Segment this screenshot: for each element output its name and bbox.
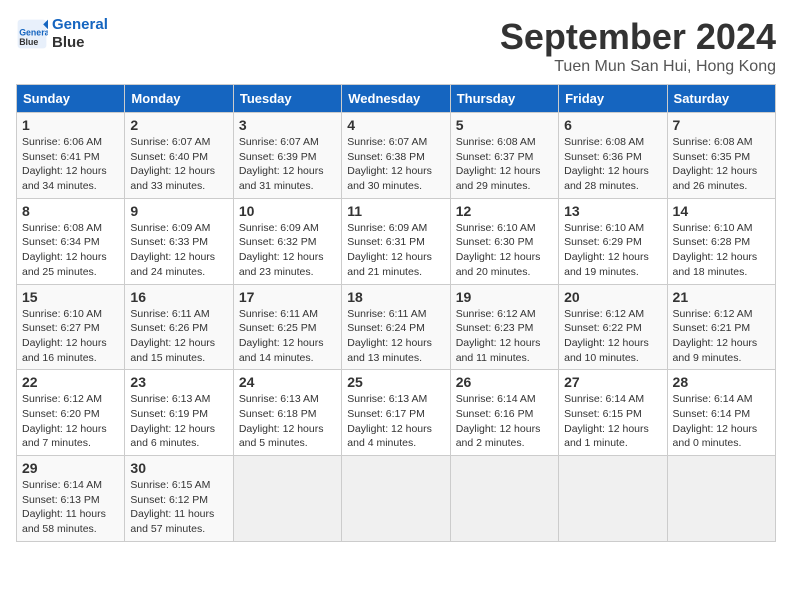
table-row: 16Sunrise: 6:11 AMSunset: 6:26 PMDayligh… xyxy=(125,284,233,370)
calendar-week-row: 22Sunrise: 6:12 AMSunset: 6:20 PMDayligh… xyxy=(17,370,776,456)
calendar-header-row: Sunday Monday Tuesday Wednesday Thursday… xyxy=(17,85,776,113)
svg-text:Blue: Blue xyxy=(19,37,38,47)
col-tuesday: Tuesday xyxy=(233,85,341,113)
table-row: 18Sunrise: 6:11 AMSunset: 6:24 PMDayligh… xyxy=(342,284,450,370)
location-subtitle: Tuen Mun San Hui, Hong Kong xyxy=(500,58,776,76)
table-row: 20Sunrise: 6:12 AMSunset: 6:22 PMDayligh… xyxy=(559,284,667,370)
col-friday: Friday xyxy=(559,85,667,113)
calendar-week-row: 1Sunrise: 6:06 AMSunset: 6:41 PMDaylight… xyxy=(17,113,776,199)
logo-icon: General Blue xyxy=(16,18,48,50)
table-row: 24Sunrise: 6:13 AMSunset: 6:18 PMDayligh… xyxy=(233,370,341,456)
table-row: 13Sunrise: 6:10 AMSunset: 6:29 PMDayligh… xyxy=(559,198,667,284)
table-row: 12Sunrise: 6:10 AMSunset: 6:30 PMDayligh… xyxy=(450,198,558,284)
table-row: 25Sunrise: 6:13 AMSunset: 6:17 PMDayligh… xyxy=(342,370,450,456)
month-title: September 2024 xyxy=(500,16,776,58)
table-row: 28Sunrise: 6:14 AMSunset: 6:14 PMDayligh… xyxy=(667,370,775,456)
table-row xyxy=(342,456,450,542)
col-monday: Monday xyxy=(125,85,233,113)
table-row: 14Sunrise: 6:10 AMSunset: 6:28 PMDayligh… xyxy=(667,198,775,284)
col-saturday: Saturday xyxy=(667,85,775,113)
table-row: 8Sunrise: 6:08 AMSunset: 6:34 PMDaylight… xyxy=(17,198,125,284)
table-row: 29Sunrise: 6:14 AMSunset: 6:13 PMDayligh… xyxy=(17,456,125,542)
table-row: 17Sunrise: 6:11 AMSunset: 6:25 PMDayligh… xyxy=(233,284,341,370)
table-row: 10Sunrise: 6:09 AMSunset: 6:32 PMDayligh… xyxy=(233,198,341,284)
table-row: 9Sunrise: 6:09 AMSunset: 6:33 PMDaylight… xyxy=(125,198,233,284)
logo-text: General xyxy=(52,16,108,34)
table-row xyxy=(559,456,667,542)
title-block: September 2024 Tuen Mun San Hui, Hong Ko… xyxy=(500,16,776,76)
svg-text:General: General xyxy=(19,28,48,38)
table-row xyxy=(233,456,341,542)
calendar-week-row: 15Sunrise: 6:10 AMSunset: 6:27 PMDayligh… xyxy=(17,284,776,370)
table-row: 15Sunrise: 6:10 AMSunset: 6:27 PMDayligh… xyxy=(17,284,125,370)
table-row: 2Sunrise: 6:07 AMSunset: 6:40 PMDaylight… xyxy=(125,113,233,199)
col-thursday: Thursday xyxy=(450,85,558,113)
logo-text2: Blue xyxy=(52,34,108,52)
table-row: 30Sunrise: 6:15 AMSunset: 6:12 PMDayligh… xyxy=(125,456,233,542)
table-row: 23Sunrise: 6:13 AMSunset: 6:19 PMDayligh… xyxy=(125,370,233,456)
table-row: 27Sunrise: 6:14 AMSunset: 6:15 PMDayligh… xyxy=(559,370,667,456)
table-row: 1Sunrise: 6:06 AMSunset: 6:41 PMDaylight… xyxy=(17,113,125,199)
table-row: 7Sunrise: 6:08 AMSunset: 6:35 PMDaylight… xyxy=(667,113,775,199)
table-row: 19Sunrise: 6:12 AMSunset: 6:23 PMDayligh… xyxy=(450,284,558,370)
col-wednesday: Wednesday xyxy=(342,85,450,113)
col-sunday: Sunday xyxy=(17,85,125,113)
logo: General Blue General Blue xyxy=(16,16,108,52)
table-row: 22Sunrise: 6:12 AMSunset: 6:20 PMDayligh… xyxy=(17,370,125,456)
calendar-week-row: 29Sunrise: 6:14 AMSunset: 6:13 PMDayligh… xyxy=(17,456,776,542)
table-row xyxy=(667,456,775,542)
table-row: 6Sunrise: 6:08 AMSunset: 6:36 PMDaylight… xyxy=(559,113,667,199)
calendar-table: Sunday Monday Tuesday Wednesday Thursday… xyxy=(16,84,776,542)
page-header: General Blue General Blue September 2024… xyxy=(16,16,776,76)
calendar-week-row: 8Sunrise: 6:08 AMSunset: 6:34 PMDaylight… xyxy=(17,198,776,284)
table-row: 11Sunrise: 6:09 AMSunset: 6:31 PMDayligh… xyxy=(342,198,450,284)
table-row xyxy=(450,456,558,542)
table-row: 3Sunrise: 6:07 AMSunset: 6:39 PMDaylight… xyxy=(233,113,341,199)
table-row: 4Sunrise: 6:07 AMSunset: 6:38 PMDaylight… xyxy=(342,113,450,199)
table-row: 26Sunrise: 6:14 AMSunset: 6:16 PMDayligh… xyxy=(450,370,558,456)
table-row: 5Sunrise: 6:08 AMSunset: 6:37 PMDaylight… xyxy=(450,113,558,199)
table-row: 21Sunrise: 6:12 AMSunset: 6:21 PMDayligh… xyxy=(667,284,775,370)
